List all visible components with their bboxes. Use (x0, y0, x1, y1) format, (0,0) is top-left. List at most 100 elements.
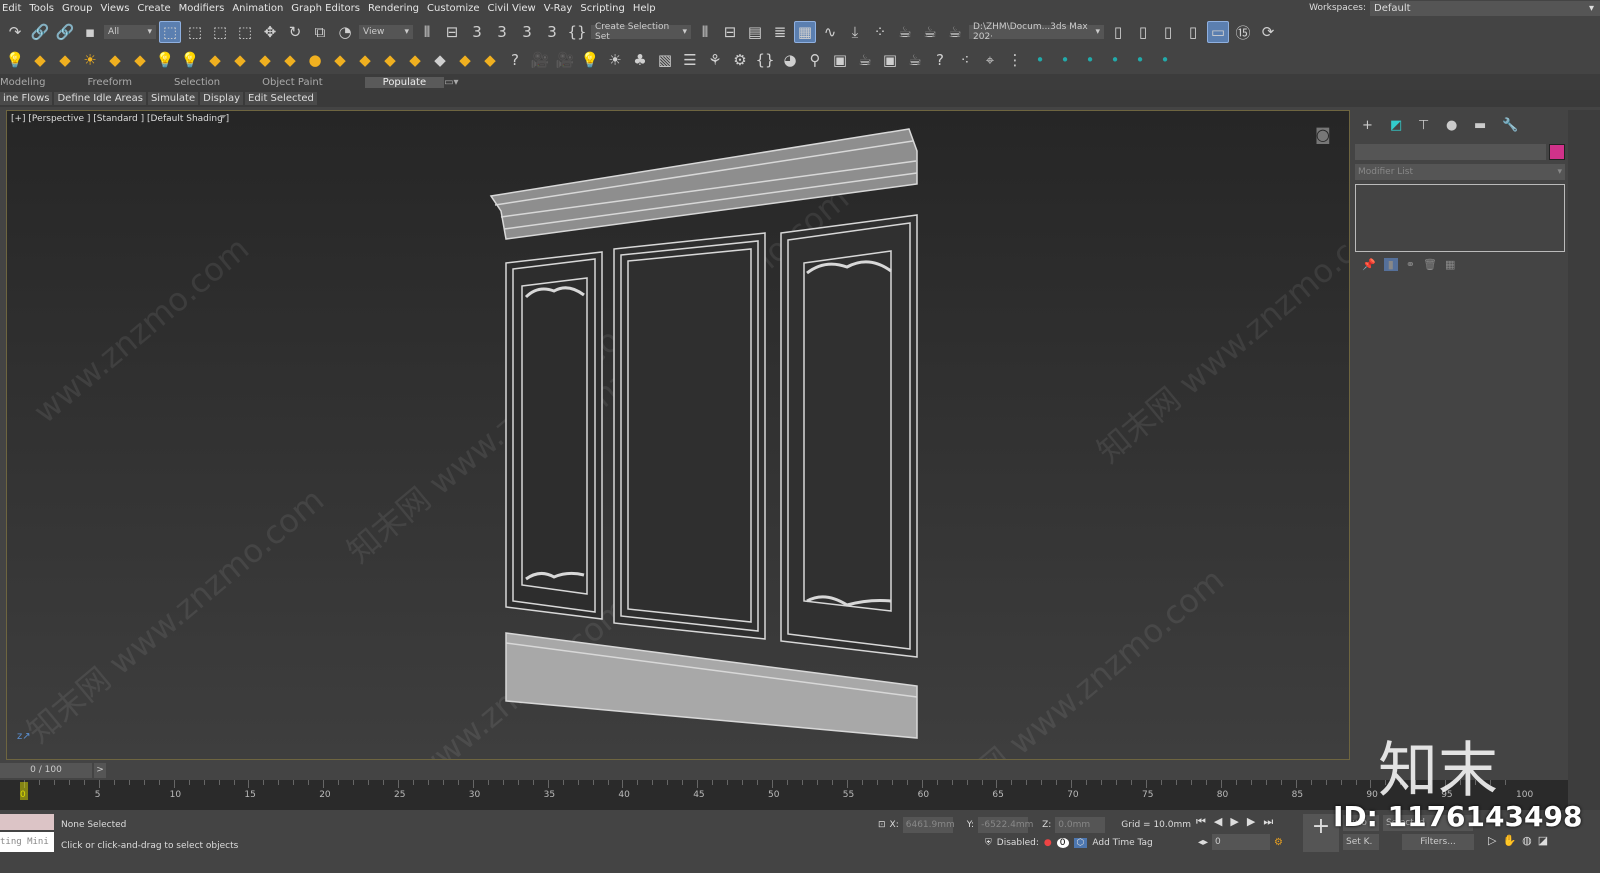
time-slider-next-button[interactable]: > (94, 763, 106, 778)
curve-editor-icon[interactable]: ∿ (819, 21, 841, 43)
plugin-b-icon[interactable]: • (1054, 49, 1076, 71)
camera-icon[interactable]: 🎥 (529, 49, 551, 71)
target-icon[interactable]: ⌖ (979, 49, 1001, 71)
orbit-icon[interactable]: ◍ (1522, 834, 1532, 847)
ribbon-button-define-idle-areas[interactable]: Define Idle Areas (54, 92, 146, 105)
tree-icon[interactable]: ♣ (629, 49, 651, 71)
vray-light-icon[interactable]: 💡 (4, 49, 26, 71)
vray-dome-icon[interactable]: ◆ (104, 49, 126, 71)
vray-fur-icon[interactable]: ◆ (204, 49, 226, 71)
angle-snap-icon[interactable]: 3 (491, 21, 513, 43)
rect-selection-icon[interactable]: ⬚ (209, 21, 231, 43)
bar-icon[interactable]: ⋮ (1004, 49, 1026, 71)
time-slider-frame[interactable]: 0 / 100 (0, 763, 92, 778)
menu-group[interactable]: Group (60, 3, 98, 14)
workspace-dropdown[interactable]: Default ▾ (1370, 0, 1600, 16)
maxscript-mini-input[interactable]: ting Mini (0, 832, 54, 852)
go-to-start-icon[interactable]: ⏮ (1196, 815, 1206, 829)
render-setup-icon[interactable]: ☕ (894, 21, 916, 43)
menu-civil-view[interactable]: Civil View (486, 3, 542, 14)
vray-mtl-icon[interactable]: ◆ (354, 49, 376, 71)
ribbon-button-simulate[interactable]: Simulate (147, 92, 199, 105)
dot-pivot-icon[interactable]: ⁖ (954, 49, 976, 71)
menu-tools[interactable]: Tools (27, 3, 60, 14)
bind-spacewarp-icon[interactable]: ▪ (79, 21, 101, 43)
teapot-icon[interactable]: ☕ (904, 49, 926, 71)
set-keys-button[interactable]: Set K. (1343, 834, 1379, 850)
motion-icon[interactable]: ● (1446, 118, 1468, 133)
hierarchy-icon[interactable]: ⊤ (1418, 118, 1440, 133)
vray-bitmap-icon[interactable]: ◆ (404, 49, 426, 71)
next-frame-icon[interactable]: ▶ (1247, 815, 1255, 829)
vray-sphere-icon[interactable]: ● (304, 49, 326, 71)
frame-buffer-icon[interactable]: ▣ (829, 49, 851, 71)
vray-logo-icon[interactable]: ◆ (429, 49, 451, 71)
utilities-icon[interactable]: 🔧 (1502, 118, 1524, 133)
help2-icon[interactable]: ? (929, 49, 951, 71)
vray-light-lister-icon[interactable]: 💡 (179, 49, 201, 71)
menu-customize[interactable]: Customize (425, 3, 486, 14)
play-icon[interactable]: ▶ (1230, 815, 1238, 829)
counter-badge[interactable]: 0 (1056, 838, 1069, 848)
ribbon-button-display[interactable]: Display (200, 92, 243, 105)
set-project-icon[interactable]: ▯ (1132, 21, 1154, 43)
ribbon-tab-object-paint[interactable]: Object Paint (262, 77, 337, 88)
ribbon-button-edit-selected[interactable]: Edit Selected (245, 92, 317, 105)
time-slider[interactable]: 0 / 100 > (0, 763, 106, 778)
align-icon[interactable]: ⊟ (441, 21, 463, 43)
named-selection-set-dropdown[interactable]: Create Selection Set ▾ (591, 22, 691, 42)
menu-rendering[interactable]: Rendering (366, 3, 425, 14)
pin-stack-icon[interactable]: 📌 (1362, 258, 1376, 271)
y-coordinate[interactable]: -6522.4mm (978, 817, 1033, 833)
open-project-icon[interactable]: ▯ (1157, 21, 1179, 43)
link-icon[interactable]: 🔗 (29, 21, 51, 43)
selection-filter-dropdown[interactable]: All ▾ (104, 25, 156, 39)
add-time-tag[interactable]: Add Time Tag (1092, 838, 1152, 848)
ribbon-tab-populate[interactable]: Populate (364, 76, 445, 88)
vray-decal-icon[interactable]: ◆ (279, 49, 301, 71)
material-editor-icon[interactable]: {} (754, 49, 776, 71)
make-unique-icon[interactable]: ⚭ (1406, 258, 1415, 271)
menu-help[interactable]: Help (631, 3, 662, 14)
show-end-result-icon[interactable]: ▮ (1383, 258, 1398, 271)
spinner-snap-icon[interactable]: 3 (541, 21, 563, 43)
x-coordinate[interactable]: 6461.9mm (902, 817, 955, 833)
select-by-name-icon[interactable]: ⬚ (184, 21, 206, 43)
lamp-icon[interactable]: ⚲ (804, 49, 826, 71)
move-icon[interactable]: ✥ (259, 21, 281, 43)
ribbon-tab-selection[interactable]: Selection (174, 77, 234, 88)
menu-create[interactable]: Create (135, 3, 176, 14)
menu-modifiers[interactable]: Modifiers (177, 3, 231, 14)
menu-v-ray[interactable]: V-Ray (542, 3, 579, 14)
window-crossing-icon[interactable]: ⬚ (234, 21, 256, 43)
time-tag-icon[interactable]: ⬡ (1073, 838, 1088, 848)
scene-explorer-icon[interactable]: ▤ (744, 21, 766, 43)
edit-named-sets-icon[interactable]: {} (566, 21, 588, 43)
vray-converter-icon[interactable]: ◆ (379, 49, 401, 71)
maximize-viewport-icon[interactable]: ◪ (1538, 834, 1548, 847)
placement-icon[interactable]: ◔ (334, 21, 356, 43)
perspective-viewport[interactable]: [+] [Perspective ] [Standard ] [Default … (6, 110, 1350, 760)
absolute-mode-icon[interactable]: ⊡ (878, 820, 886, 830)
time-slider-thumb[interactable] (20, 782, 28, 800)
version-15-icon[interactable]: ⑮ (1232, 21, 1254, 43)
plugin-m-icon[interactable]: • (1129, 49, 1151, 71)
schematic-view-icon[interactable]: ⁘ (869, 21, 891, 43)
redo-icon[interactable]: ↷ (4, 21, 26, 43)
remove-modifier-icon[interactable]: 🗑 (1423, 258, 1437, 271)
record-dot-icon[interactable]: ● (1044, 838, 1052, 848)
shader-icon[interactable]: ▧ (654, 49, 676, 71)
autosave-icon[interactable]: ▭ (1207, 21, 1229, 43)
zoom-icon[interactable]: ▷ (1488, 834, 1496, 847)
menu-animation[interactable]: Animation (230, 3, 289, 14)
project-path-dropdown[interactable]: D:\ZHM\Docum...3ds Max 202· ▾ (969, 22, 1104, 42)
plugin-d-icon[interactable]: • (1104, 49, 1126, 71)
menu-scripting[interactable]: Scripting (578, 3, 630, 14)
current-frame-field[interactable]: 0 (1212, 834, 1271, 850)
time-config-arrows-icon[interactable]: ◂▸ (1198, 837, 1208, 848)
filters-button[interactable]: Filters... (1402, 834, 1474, 850)
reference-coordinate-dropdown[interactable]: View ▾ (359, 25, 413, 39)
menu-views[interactable]: Views (98, 3, 135, 14)
ribbon-toggle-icon[interactable]: ▦ (794, 21, 816, 43)
menu-graph-editors[interactable]: Graph Editors (289, 3, 366, 14)
